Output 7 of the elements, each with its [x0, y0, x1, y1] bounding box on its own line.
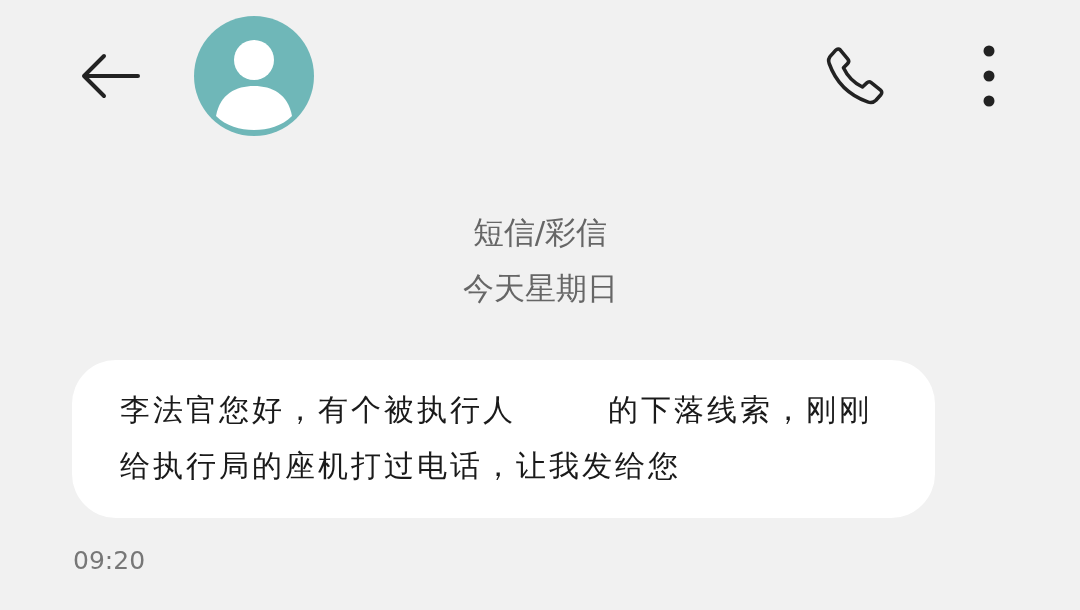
message-time: 09:20 [73, 546, 147, 575]
avatar-icon [194, 16, 314, 136]
more-icon[interactable] [982, 44, 996, 108]
message-text: 李法官您好，有个被执行人 的下落线索，刚刚给执行局的座机打过电话，让我发给您 [120, 391, 873, 485]
back-icon[interactable] [80, 53, 140, 99]
message-type-label: 短信/彩信 [472, 213, 608, 252]
date-label: 今天星期日 [462, 269, 618, 308]
